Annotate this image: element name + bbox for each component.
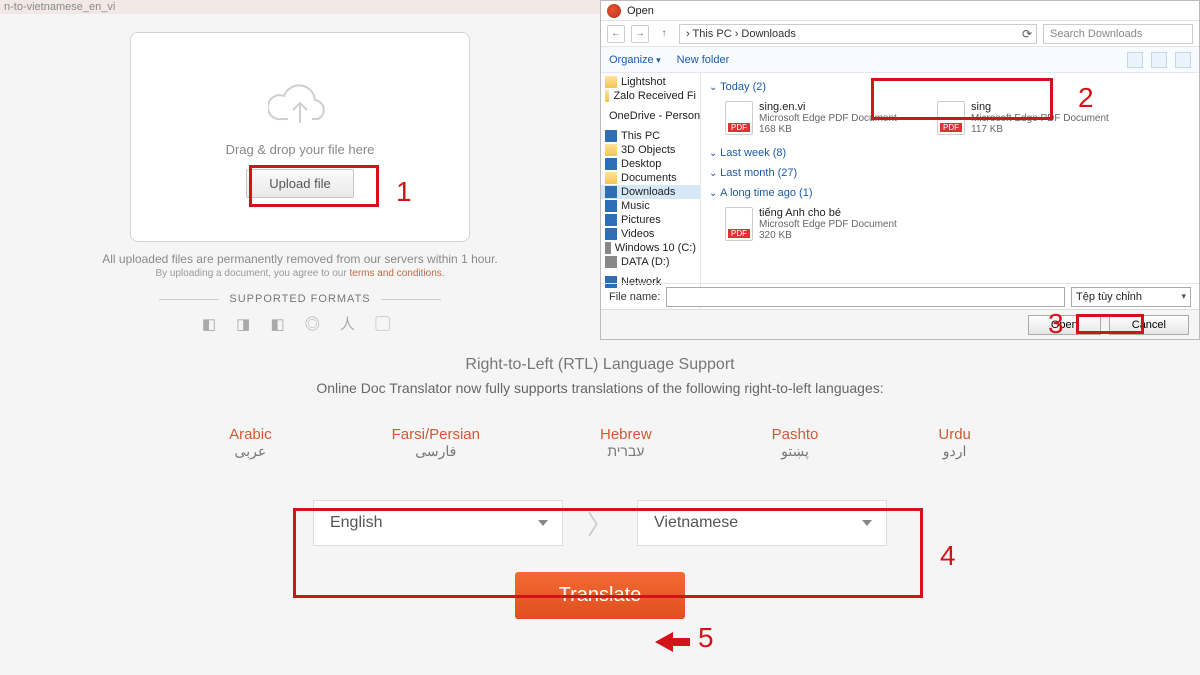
upload-section: Drag & drop your file here Upload file A… xyxy=(0,14,600,334)
file-type: Microsoft Edge PDF Document xyxy=(759,113,897,124)
file-type: Microsoft Edge PDF Document xyxy=(971,113,1109,124)
file-list: Today (2) sing.en.vi Microsoft Edge PDF … xyxy=(701,73,1199,313)
tree-item-ddisk[interactable]: DATA (D:) xyxy=(601,255,700,269)
annotation-number-5: 5 xyxy=(698,622,714,654)
tree-item-lightshot[interactable]: Lightshot xyxy=(601,75,700,89)
file-name: tiếng Anh cho bé xyxy=(759,207,897,219)
pdf-icon xyxy=(937,101,965,135)
upload-note-terms: By uploading a document, you agree to ou… xyxy=(0,268,600,279)
breadcrumb[interactable]: › This PC › Downloads ⟳ xyxy=(679,24,1037,44)
dropzone[interactable]: Drag & drop your file here Upload file xyxy=(130,32,470,242)
file-filter-select[interactable]: Tệp tùy chỉnh xyxy=(1071,287,1191,307)
help-icon[interactable] xyxy=(1175,52,1191,68)
lang-pashto: Pashtoپښتو xyxy=(772,426,819,460)
file-item[interactable]: sing Microsoft Edge PDF Document 117 KB xyxy=(937,101,1137,135)
tree-item-videos[interactable]: Videos xyxy=(601,227,700,241)
language-selector-row: English 〉 Vietnamese xyxy=(0,500,1200,546)
lang-arabic: Arabicعربى xyxy=(229,426,272,460)
file-size: 117 KB xyxy=(971,124,1109,135)
supported-formats-label: SUPPORTED FORMATS xyxy=(0,293,600,305)
tree-item-pictures[interactable]: Pictures xyxy=(601,213,700,227)
dropzone-text: Drag & drop your file here xyxy=(226,142,375,157)
tree-item-downloads[interactable]: Downloads xyxy=(601,185,700,199)
rtl-language-row: Arabicعربى Farsi/Persianفارسی Hebrewעברי… xyxy=(0,426,1200,460)
tree-item-documents[interactable]: Documents xyxy=(601,171,700,185)
upload-file-button[interactable]: Upload file xyxy=(246,169,353,198)
open-button[interactable]: Open xyxy=(1028,315,1101,335)
tree-item-thispc[interactable]: This PC xyxy=(601,129,700,143)
new-folder-button[interactable]: New folder xyxy=(677,54,730,66)
nav-back-button[interactable]: ← xyxy=(607,25,625,43)
file-name: sing xyxy=(971,101,1109,113)
filename-input[interactable] xyxy=(666,287,1065,307)
pdf-icon xyxy=(725,101,753,135)
group-today[interactable]: Today (2) xyxy=(709,77,1191,97)
nav-up-button[interactable]: ↑ xyxy=(655,25,673,43)
tree-item-desktop[interactable]: Desktop xyxy=(601,157,700,171)
rtl-desc: Online Doc Translator now fully supports… xyxy=(0,380,1200,396)
terms-prefix: By uploading a document, you agree to ou… xyxy=(155,268,349,279)
file-open-dialog: Open ← → ↑ › This PC › Downloads ⟳ Searc… xyxy=(600,0,1200,340)
tree-item-zalo[interactable]: Zalo Received Fi xyxy=(601,89,700,103)
nav-forward-button[interactable]: → xyxy=(631,25,649,43)
filename-bar: File name: Tệp tùy chỉnh xyxy=(601,283,1199,309)
tree-item-onedrive[interactable]: OneDrive - Person xyxy=(601,109,700,123)
tree-item-3dobjects[interactable]: 3D Objects xyxy=(601,143,700,157)
annotation-arrow-5 xyxy=(655,632,673,652)
group-lastweek[interactable]: Last week (8) xyxy=(709,143,1191,163)
rtl-title: Right-to-Left (RTL) Language Support xyxy=(0,356,1200,374)
file-item[interactable]: sing.en.vi Microsoft Edge PDF Document 1… xyxy=(725,101,925,135)
file-name: sing.en.vi xyxy=(759,101,897,113)
tree-item-music[interactable]: Music xyxy=(601,199,700,213)
source-language-select[interactable]: English xyxy=(313,500,563,546)
direction-arrow-icon: 〉 xyxy=(587,505,613,542)
translate-button[interactable]: Translate xyxy=(515,572,686,619)
cloud-upload-icon xyxy=(268,83,332,134)
upload-note-removal: All uploaded files are permanently remov… xyxy=(0,252,600,266)
refresh-icon[interactable]: ⟳ xyxy=(1022,27,1032,41)
file-type: Microsoft Edge PDF Document xyxy=(759,219,897,230)
lower-section: Right-to-Left (RTL) Language Support Onl… xyxy=(0,356,1200,619)
app-icon xyxy=(607,4,621,18)
group-longtime[interactable]: A long time ago (1) xyxy=(709,183,1191,203)
dialog-title: Open xyxy=(627,5,654,17)
lang-urdu: Urduاردو xyxy=(938,426,971,460)
file-size: 320 KB xyxy=(759,230,897,241)
target-language-select[interactable]: Vietnamese xyxy=(637,500,887,546)
format-icons-row: ◧ ◨ ◧ ◎ 人 ▢ xyxy=(0,313,600,334)
file-item[interactable]: tiếng Anh cho bé Microsoft Edge PDF Docu… xyxy=(725,207,925,241)
filename-label: File name: xyxy=(609,291,660,303)
dialog-buttons: Open Cancel xyxy=(601,309,1199,339)
organize-menu[interactable]: Organize xyxy=(609,54,661,66)
view-icon[interactable] xyxy=(1127,52,1143,68)
pdf-icon xyxy=(725,207,753,241)
supported-formats: SUPPORTED FORMATS ◧ ◨ ◧ ◎ 人 ▢ xyxy=(0,293,600,334)
cancel-button[interactable]: Cancel xyxy=(1109,315,1189,335)
dialog-titlebar: Open xyxy=(601,1,1199,21)
lang-hebrew: Hebrewעברית xyxy=(600,426,652,460)
search-input[interactable]: Search Downloads xyxy=(1043,24,1193,44)
breadcrumb-path: › This PC › Downloads xyxy=(686,28,796,40)
dialog-toolbar: Organize New folder xyxy=(601,47,1199,73)
file-size: 168 KB xyxy=(759,124,897,135)
tree-item-cdisk[interactable]: Windows 10 (C:) xyxy=(601,241,700,255)
terms-link[interactable]: terms and conditions. xyxy=(349,268,444,279)
preview-icon[interactable] xyxy=(1151,52,1167,68)
group-lastmonth[interactable]: Last month (27) xyxy=(709,163,1191,183)
lang-farsi: Farsi/Persianفارسی xyxy=(392,426,480,460)
folder-tree: Lightshot Zalo Received Fi OneDrive - Pe… xyxy=(601,73,701,313)
dialog-navbar: ← → ↑ › This PC › Downloads ⟳ Search Dow… xyxy=(601,21,1199,47)
